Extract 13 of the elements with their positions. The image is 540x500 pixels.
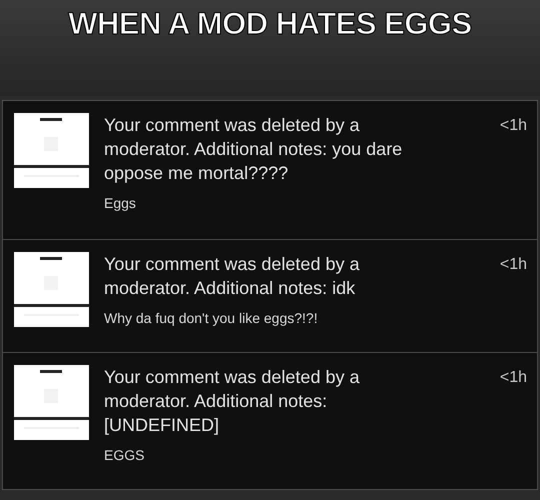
notification-title: Your comment was deleted by a moderator. Additional notes: [UNDEFINED] [104, 366, 360, 437]
notification-row[interactable]: Your comment was deleted by a moderator. Additional notes: you dare oppose me mortal???? Eggs <1h [2, 101, 538, 240]
comment-text: Eggs [104, 195, 137, 211]
timestamp: <1h [500, 116, 527, 135]
notification-row[interactable]: Your comment was deleted by a moderator. Additional notes: [UNDEFINED] EGGS <1h [2, 353, 538, 490]
notification-title: Your comment was deleted by a moderator. Additional notes: you dare oppose me mortal???? [104, 114, 404, 185]
timestamp: <1h [500, 255, 527, 274]
caption: WHEN A MOD HATES EGGS [68, 6, 472, 43]
comment-text: Why da fuq don't you like eggs?!?! [104, 310, 319, 326]
notification-title: Your comment was deleted by a moderator. Additional notes: idk [104, 253, 360, 300]
notification-row[interactable]: Your comment was deleted by a moderator. Additional notes: idk Why da fuq don't you like eggs?!?! <1h [2, 240, 538, 353]
comment-text: EGGS [104, 447, 146, 463]
timestamp: <1h [500, 368, 527, 387]
